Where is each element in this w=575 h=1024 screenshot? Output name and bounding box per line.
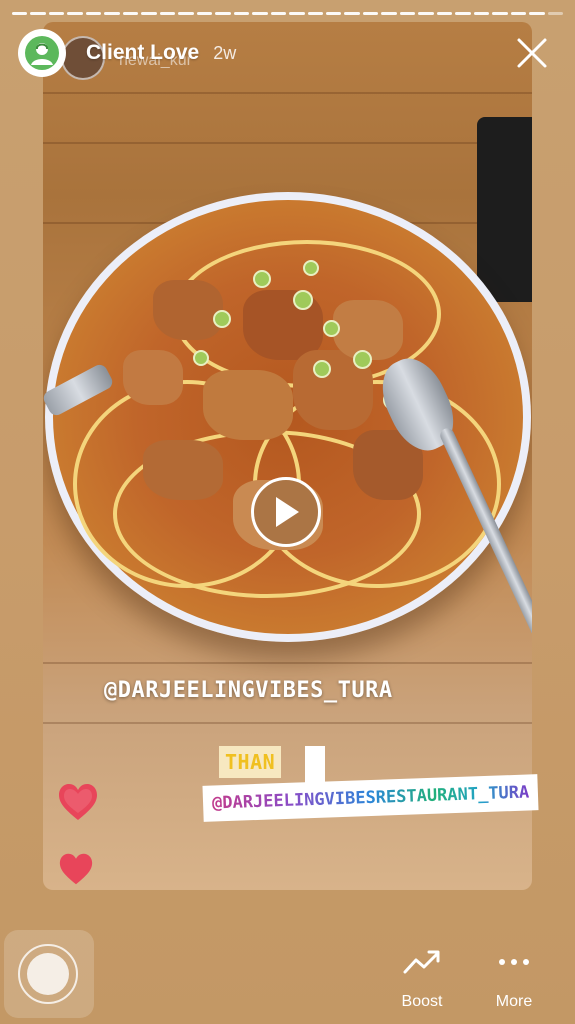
more-label: More: [495, 993, 533, 1010]
progress-segment: [492, 12, 508, 15]
spring-onion: [303, 260, 319, 276]
boost-button[interactable]: Boost: [382, 948, 462, 1011]
than-sticker: THAN: [219, 746, 282, 778]
story-progress-bar: [12, 12, 564, 15]
progress-segment: [362, 12, 379, 15]
table-plank-line: [43, 662, 532, 664]
text-cursor-block: [305, 746, 325, 784]
chicken-piece: [143, 440, 223, 500]
chicken-piece: [123, 350, 183, 405]
chicken-piece: [153, 280, 223, 340]
progress-segment: [529, 12, 545, 15]
highlight-title[interactable]: Client Love: [86, 41, 199, 65]
camera-shutter-icon: [27, 953, 69, 995]
progress-segment: [67, 12, 83, 15]
chicken-piece: [203, 370, 293, 440]
progress-segment: [12, 12, 28, 15]
progress-segment: [344, 12, 360, 15]
progress-segment: [178, 12, 194, 15]
play-button[interactable]: [251, 477, 321, 547]
phone-in-photo: [477, 117, 532, 302]
spring-onion: [193, 350, 209, 366]
progress-segment: [122, 12, 139, 15]
progress-segment: [141, 12, 157, 15]
table-plank-line: [43, 92, 532, 94]
progress-segment: [104, 12, 120, 15]
progress-segment: [30, 12, 46, 15]
progress-segment: [196, 12, 213, 15]
play-icon: [276, 497, 299, 527]
spring-onion: [323, 320, 340, 337]
story-timestamp: 2w: [213, 42, 237, 63]
table-plank-line: [43, 142, 532, 144]
spring-onion: [293, 290, 313, 310]
more-button[interactable]: More: [474, 948, 554, 1011]
progress-segment: [159, 12, 176, 15]
client-avatar-icon: [25, 36, 59, 70]
noodle-bowl: [45, 192, 531, 642]
boost-label: Boost: [401, 993, 443, 1010]
spring-onion: [213, 310, 231, 328]
progress-segment: [418, 12, 434, 15]
highlight-avatar[interactable]: [18, 29, 66, 77]
spring-onion: [353, 350, 372, 369]
table-plank-line: [43, 722, 532, 724]
progress-segment: [510, 12, 527, 15]
boost-icon: [403, 950, 440, 974]
progress-segment: [215, 12, 231, 15]
progress-segment: [455, 12, 471, 15]
progress-segment: [381, 12, 397, 15]
heart-icon: [59, 784, 97, 820]
progress-segment: [48, 12, 65, 15]
progress-segment: [289, 12, 305, 15]
heart-icon: [59, 853, 93, 885]
spring-onion: [313, 360, 331, 378]
progress-segment: [547, 12, 564, 15]
close-icon[interactable]: [515, 36, 549, 70]
progress-segment: [325, 12, 342, 15]
restaurant-mention-text: @DARJEELINGVIBESRESTAURANT_TURA: [211, 782, 530, 814]
progress-segment: [85, 12, 102, 15]
progress-segment: [307, 12, 323, 15]
mention-sticker[interactable]: @DARJEELINGVIBES_TURA: [104, 678, 393, 703]
progress-segment: [473, 12, 490, 15]
spring-onion: [253, 270, 271, 288]
story-media[interactable]: newai_kur: [43, 22, 532, 890]
progress-segment: [436, 12, 453, 15]
progress-segment: [233, 12, 250, 15]
camera-shutter-button[interactable]: [4, 930, 94, 1018]
story-header: Client Love 2w: [18, 28, 557, 78]
progress-segment: [252, 12, 268, 15]
progress-segment: [270, 12, 287, 15]
more-icon: [499, 959, 529, 965]
progress-segment: [399, 12, 416, 15]
